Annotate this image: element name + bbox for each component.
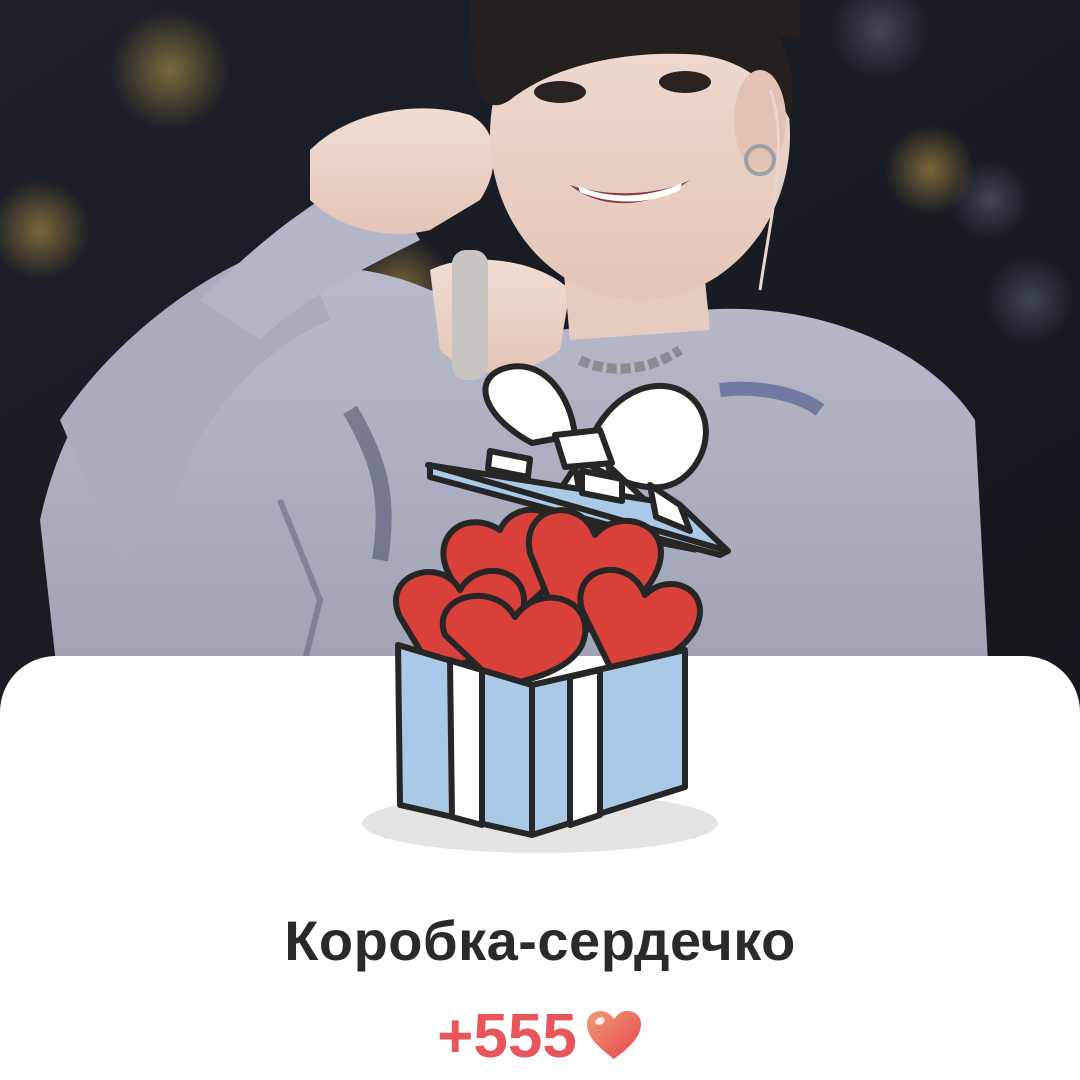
reward-row: +555 — [0, 1006, 1080, 1068]
gift-box-hearts-icon — [350, 355, 750, 855]
heart-icon — [585, 1009, 643, 1066]
reward-amount: +555 — [437, 1002, 577, 1071]
gift-reward-screen: Коробка-сердечко +555 — [0, 0, 1080, 1080]
gift-title: Коробка-сердечко — [284, 909, 796, 972]
